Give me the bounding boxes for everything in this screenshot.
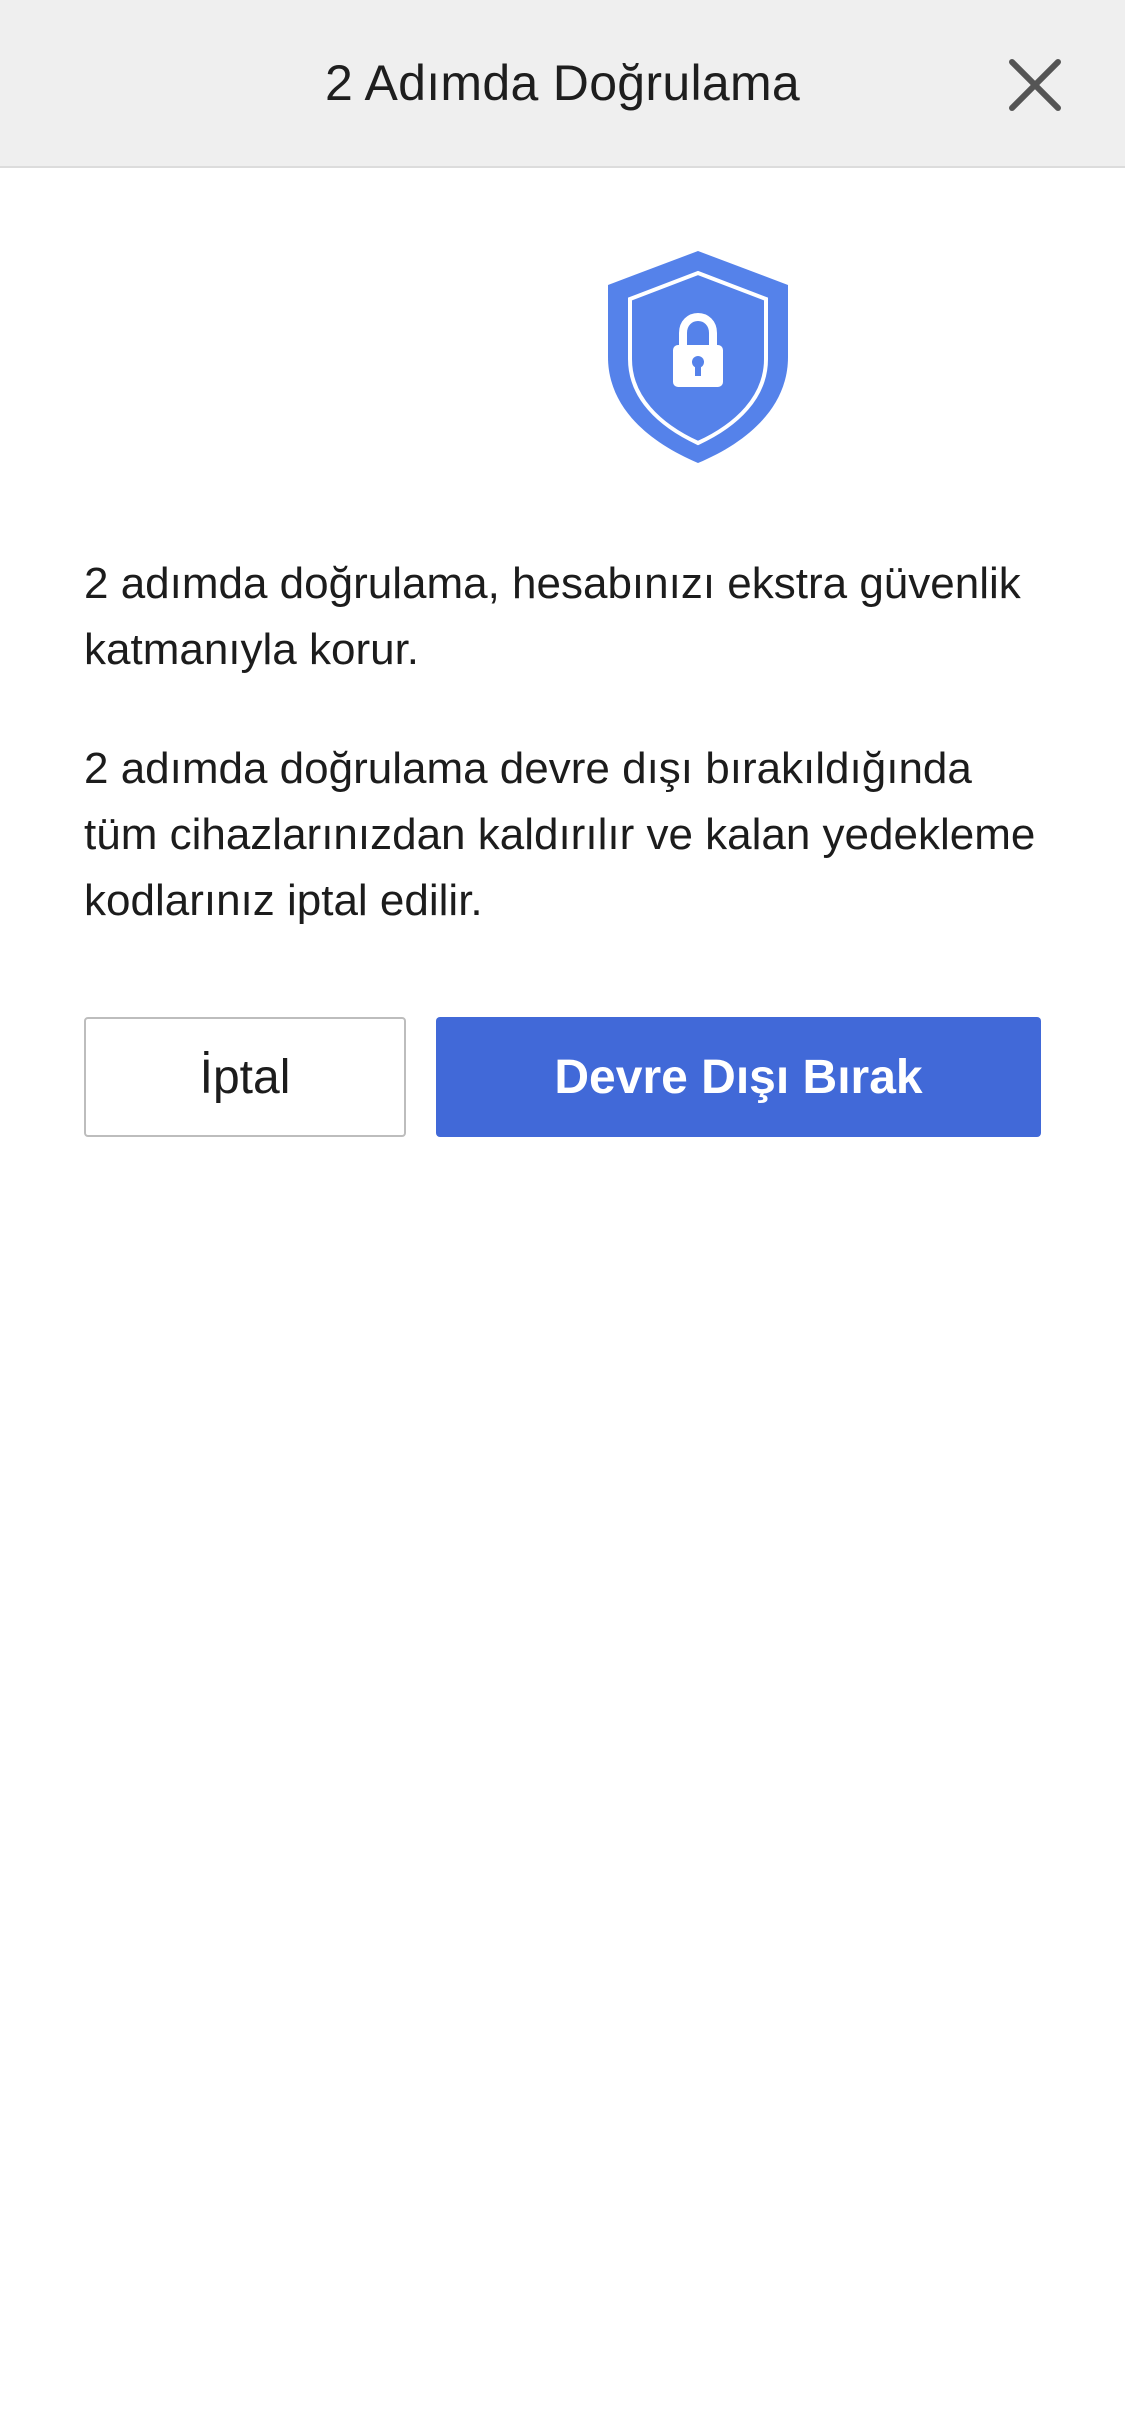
- shield-lock-icon: [603, 247, 793, 467]
- cancel-button[interactable]: İptal: [84, 1017, 406, 1137]
- close-icon[interactable]: [1000, 50, 1070, 120]
- close-button[interactable]: [1000, 50, 1070, 120]
- warning-paragraph: 2 adımda doğrulama devre dışı bırakıldığ…: [84, 744, 1036, 925]
- dialog-header: 2 Adımda Doğrulama: [0, 0, 1125, 168]
- disable-button[interactable]: Devre Dışı Bırak: [436, 1017, 1041, 1137]
- info-paragraph: 2 adımda doğrulama, hesabınızı ekstra gü…: [84, 559, 1021, 674]
- dialog-title: 2 Adımda Doğrulama: [324, 55, 801, 111]
